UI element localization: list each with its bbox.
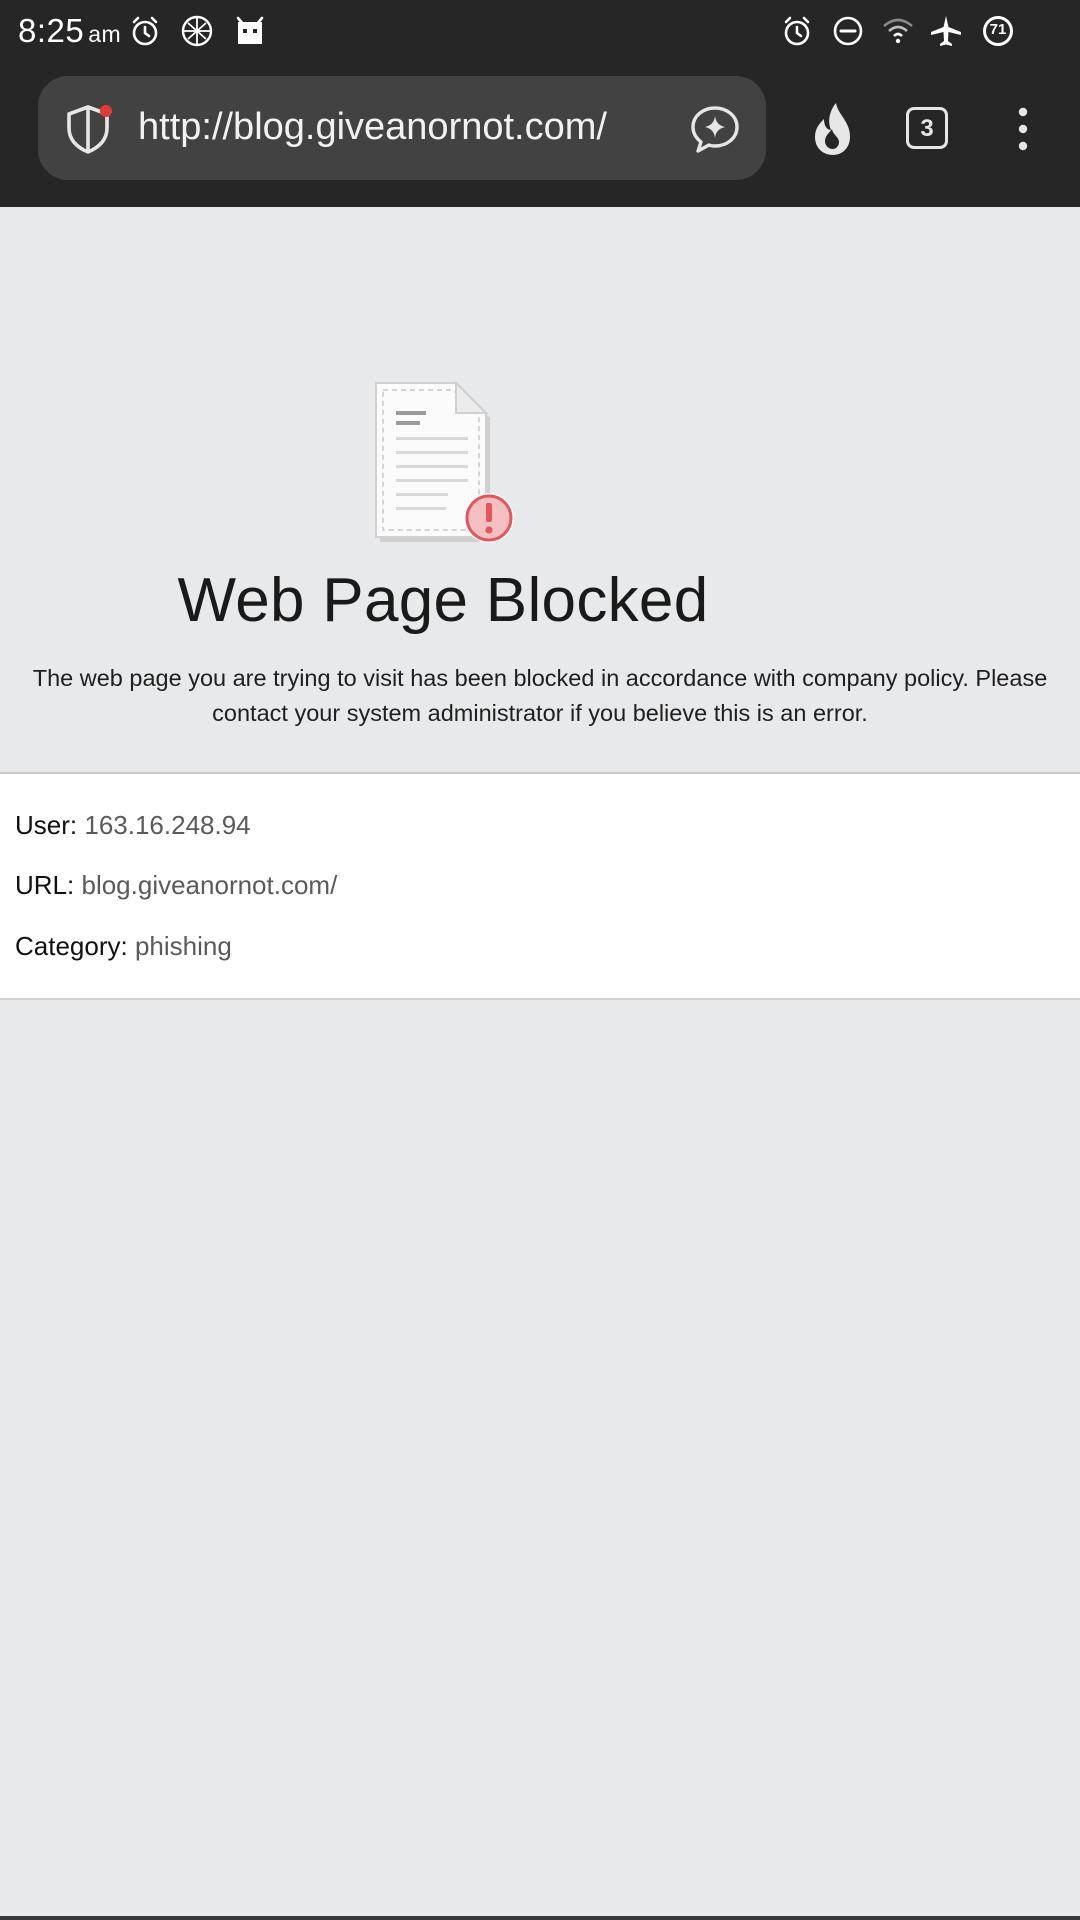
detail-row-category: Category: phishing bbox=[15, 931, 232, 962]
tabs-button[interactable]: 3 bbox=[906, 107, 948, 149]
blocked-document-icon bbox=[375, 380, 514, 543]
tab-count: 3 bbox=[920, 115, 934, 142]
category-label: Category: bbox=[15, 931, 128, 961]
android-app-icon bbox=[236, 16, 264, 44]
ai-sparkle-chat-icon[interactable] bbox=[688, 102, 742, 156]
bottom-edge-divider bbox=[0, 1916, 1080, 1920]
detail-row-url: URL: blog.giveanornot.com/ bbox=[15, 870, 337, 901]
battery-icon: 71 bbox=[981, 14, 1015, 48]
url-text[interactable]: http://blog.giveanornot.com/ bbox=[138, 106, 607, 149]
url-bar[interactable]: http://blog.giveanornot.com/ bbox=[38, 76, 766, 180]
status-bar: 8:25 am 71 bbox=[0, 0, 1080, 64]
page-title: Web Page Blocked bbox=[177, 566, 709, 635]
blocked-page-header: Web Page Blocked The web page you are tr… bbox=[0, 207, 1080, 772]
brain-app-icon bbox=[181, 15, 213, 47]
block-details-panel: User: 163.16.248.94 URL: blog.giveanorno… bbox=[0, 772, 1080, 1000]
browser-toolbar: http://blog.giveanornot.com/ 3 bbox=[0, 64, 1080, 207]
status-time-value: 8:25 bbox=[18, 12, 85, 49]
status-time: 8:25 am bbox=[18, 12, 121, 50]
user-value: 163.16.248.94 bbox=[84, 810, 251, 840]
detail-row-user: User: 163.16.248.94 bbox=[15, 810, 251, 841]
status-time-ampm: am bbox=[88, 21, 122, 47]
url-value: blog.giveanornot.com/ bbox=[81, 870, 338, 900]
shield-icon[interactable] bbox=[62, 102, 114, 156]
category-value: phishing bbox=[134, 931, 232, 961]
block-message: The web page you are trying to visit has… bbox=[32, 665, 1048, 726]
do-not-disturb-icon bbox=[833, 16, 863, 46]
battery-level: 71 bbox=[989, 21, 1007, 38]
wifi-icon bbox=[883, 18, 913, 44]
url-label: URL: bbox=[15, 870, 75, 900]
alarm-icon bbox=[784, 16, 810, 46]
user-label: User: bbox=[15, 810, 78, 840]
airplane-mode-icon bbox=[931, 16, 961, 46]
alarm-icon bbox=[132, 16, 158, 46]
more-vert-icon[interactable] bbox=[1009, 104, 1037, 154]
flame-icon[interactable] bbox=[806, 99, 860, 159]
